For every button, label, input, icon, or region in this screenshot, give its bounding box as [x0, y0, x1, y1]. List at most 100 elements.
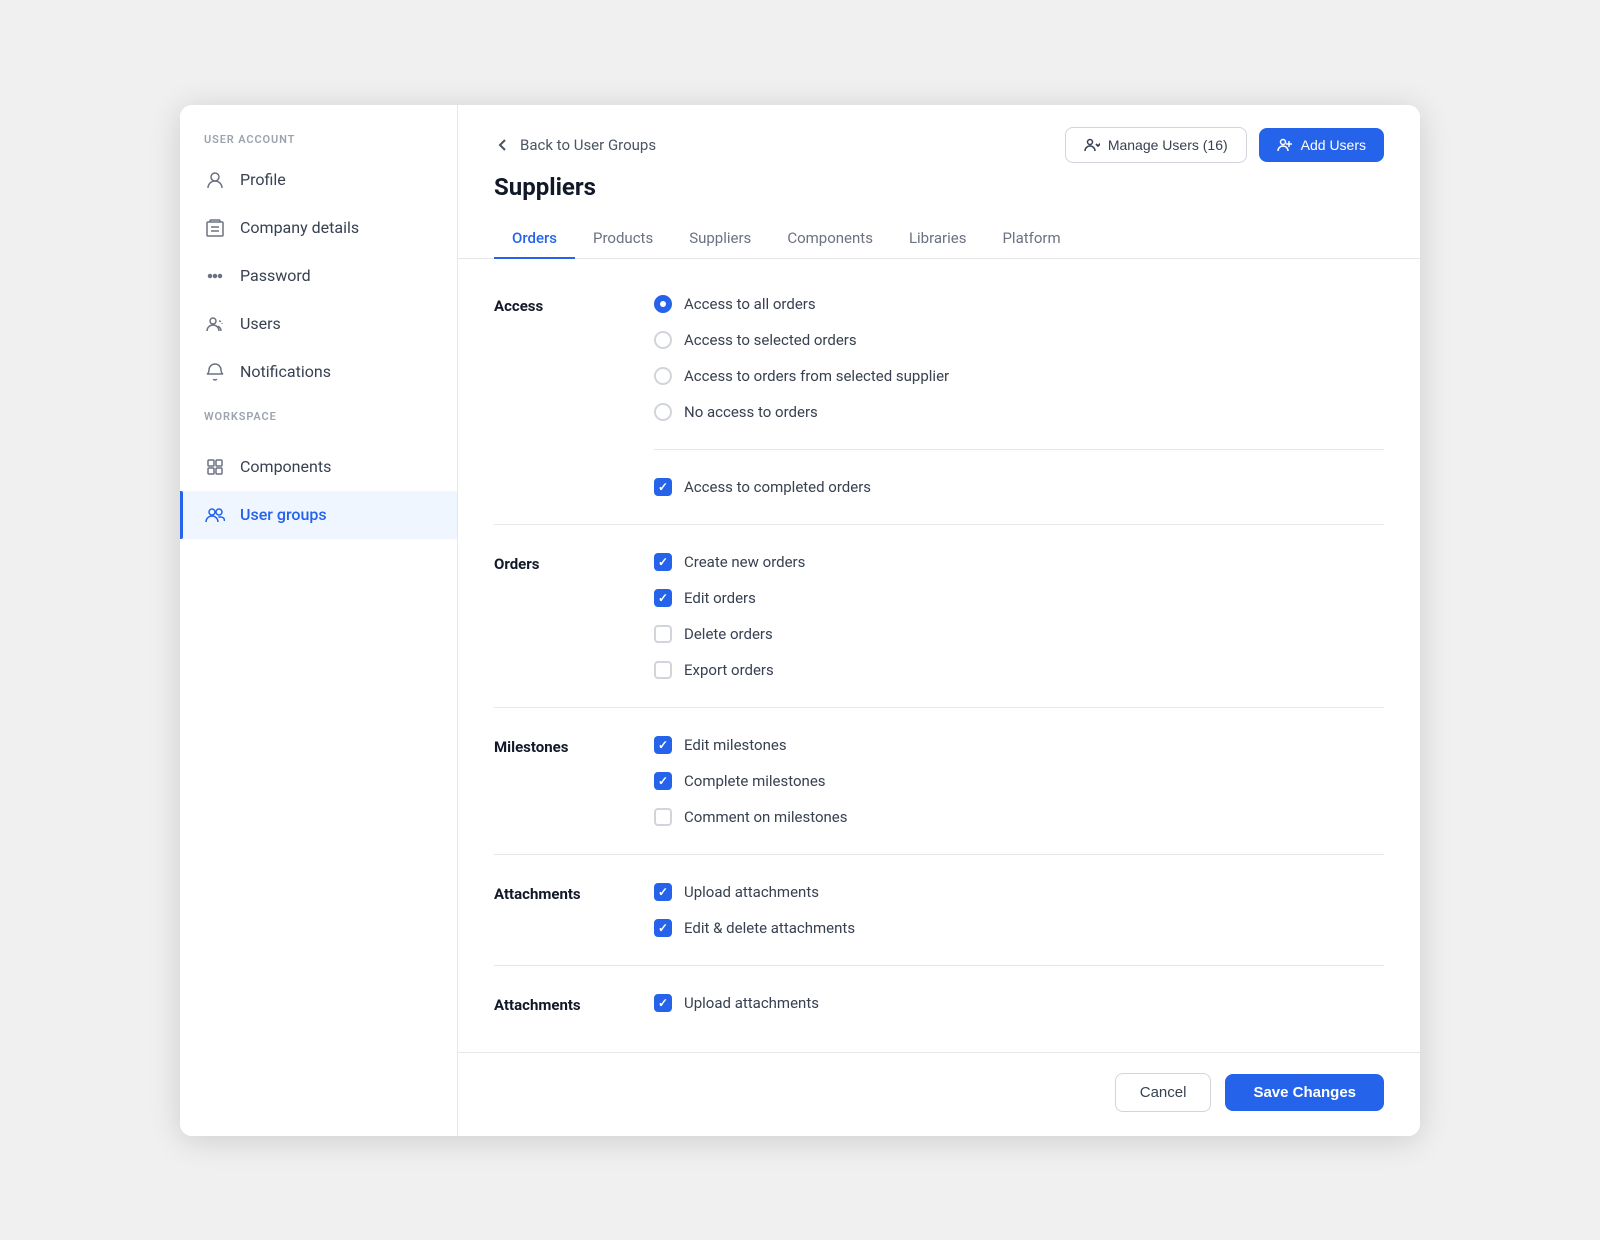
- section-attachments2-label: Attachments: [494, 994, 654, 1014]
- section-access-label: Access: [494, 295, 654, 496]
- section-attachments2: Attachments Upload attachments: [494, 994, 1384, 1024]
- checkbox-delete-orders[interactable]: [654, 625, 672, 643]
- back-link[interactable]: Back to User Groups: [494, 136, 656, 154]
- checkbox-completed-orders[interactable]: [654, 478, 672, 496]
- option-upload-attachments2-label: Upload attachments: [684, 994, 819, 1012]
- sidebar-item-users[interactable]: Users: [180, 300, 457, 348]
- option-orders-from-supplier[interactable]: Access to orders from selected supplier: [654, 367, 1384, 385]
- section-attachments-label: Attachments: [494, 883, 654, 937]
- back-arrow-icon: [494, 136, 512, 154]
- sidebar-item-user-groups-label: User groups: [240, 505, 327, 524]
- option-edit-orders-label: Edit orders: [684, 589, 756, 607]
- tab-libraries[interactable]: Libraries: [891, 219, 985, 259]
- notifications-icon: [204, 361, 226, 383]
- section-milestones-label: Milestones: [494, 736, 654, 826]
- option-completed-orders[interactable]: Access to completed orders: [654, 478, 1384, 496]
- sidebar-item-password-label: Password: [240, 266, 311, 285]
- checkbox-export-orders[interactable]: [654, 661, 672, 679]
- company-icon: [204, 217, 226, 239]
- tab-components[interactable]: Components: [769, 219, 891, 259]
- manage-users-icon: [1084, 137, 1100, 153]
- option-selected-orders[interactable]: Access to selected orders: [654, 331, 1384, 349]
- sidebar-item-company-details-label: Company details: [240, 218, 359, 237]
- sidebar: USER ACCOUNT Profile Company de: [180, 105, 458, 1136]
- section-orders-options: Create new orders Edit orders Delete ord…: [654, 553, 1384, 679]
- option-orders-from-supplier-label: Access to orders from selected supplier: [684, 367, 949, 385]
- page-title: Suppliers: [458, 163, 1420, 201]
- option-delete-orders[interactable]: Delete orders: [654, 625, 1384, 643]
- section-milestones: Milestones Edit milestones Complete mile…: [494, 736, 1384, 855]
- add-users-label: Add Users: [1301, 137, 1366, 153]
- option-upload-attachments2[interactable]: Upload attachments: [654, 994, 1384, 1012]
- sidebar-item-password[interactable]: Password: [180, 252, 457, 300]
- checkbox-upload-attachments2[interactable]: [654, 994, 672, 1012]
- permissions-content: Access Access to all orders Access to se…: [458, 259, 1420, 1052]
- sidebar-item-components-label: Components: [240, 457, 331, 476]
- section-milestones-options: Edit milestones Complete milestones Comm…: [654, 736, 1384, 826]
- tab-products[interactable]: Products: [575, 219, 671, 259]
- back-link-label: Back to User Groups: [520, 136, 656, 154]
- sidebar-item-company-details[interactable]: Company details: [180, 204, 457, 252]
- checkbox-complete-milestones[interactable]: [654, 772, 672, 790]
- option-no-access-label: No access to orders: [684, 403, 818, 421]
- tabs: Orders Products Suppliers Components Lib…: [458, 205, 1420, 259]
- checkbox-edit-delete-attachments[interactable]: [654, 919, 672, 937]
- option-create-orders[interactable]: Create new orders: [654, 553, 1384, 571]
- checkbox-comment-milestones[interactable]: [654, 808, 672, 826]
- option-completed-orders-label: Access to completed orders: [684, 478, 871, 496]
- tab-suppliers[interactable]: Suppliers: [671, 219, 769, 259]
- section-attachments2-options: Upload attachments: [654, 994, 1384, 1014]
- sidebar-item-user-groups[interactable]: User groups: [180, 491, 457, 539]
- sidebar-section-workspace: WORKSPACE: [180, 410, 457, 433]
- option-edit-orders[interactable]: Edit orders: [654, 589, 1384, 607]
- sidebar-section-user-account: USER ACCOUNT: [180, 133, 457, 156]
- users-icon: [204, 313, 226, 335]
- tab-platform[interactable]: Platform: [984, 219, 1078, 259]
- option-edit-milestones-label: Edit milestones: [684, 736, 787, 754]
- footer: Cancel Save Changes: [458, 1052, 1420, 1136]
- option-edit-delete-attachments[interactable]: Edit & delete attachments: [654, 919, 1384, 937]
- option-create-orders-label: Create new orders: [684, 553, 805, 571]
- option-edit-delete-attachments-label: Edit & delete attachments: [684, 919, 855, 937]
- components-icon: [204, 456, 226, 478]
- section-attachments-options: Upload attachments Edit & delete attachm…: [654, 883, 1384, 937]
- option-comment-milestones[interactable]: Comment on milestones: [654, 808, 1384, 826]
- option-export-orders-label: Export orders: [684, 661, 774, 679]
- main-content: Back to User Groups Manage Users (16): [458, 105, 1420, 1136]
- manage-users-button[interactable]: Manage Users (16): [1065, 127, 1247, 163]
- option-all-orders[interactable]: Access to all orders: [654, 295, 1384, 313]
- checkbox-create-orders[interactable]: [654, 553, 672, 571]
- option-upload-attachments[interactable]: Upload attachments: [654, 883, 1384, 901]
- option-no-access[interactable]: No access to orders: [654, 403, 1384, 421]
- checkbox-upload-attachments[interactable]: [654, 883, 672, 901]
- user-groups-icon: [204, 504, 226, 526]
- option-complete-milestones[interactable]: Complete milestones: [654, 772, 1384, 790]
- section-attachments: Attachments Upload attachments Edit & de…: [494, 883, 1384, 966]
- section-access-options: Access to all orders Access to selected …: [654, 295, 1384, 496]
- radio-no-access[interactable]: [654, 403, 672, 421]
- sidebar-item-components[interactable]: Components: [180, 443, 457, 491]
- cancel-button[interactable]: Cancel: [1115, 1073, 1212, 1112]
- checkbox-edit-orders[interactable]: [654, 589, 672, 607]
- section-orders-label: Orders: [494, 553, 654, 679]
- topbar: Back to User Groups Manage Users (16): [458, 105, 1420, 163]
- option-selected-orders-label: Access to selected orders: [684, 331, 857, 349]
- tab-orders[interactable]: Orders: [494, 219, 575, 259]
- save-changes-button[interactable]: Save Changes: [1225, 1074, 1384, 1111]
- access-divider: [654, 449, 1384, 450]
- workspace-divider: WORKSPACE: [180, 410, 457, 433]
- option-edit-milestones[interactable]: Edit milestones: [654, 736, 1384, 754]
- profile-icon: [204, 169, 226, 191]
- sidebar-item-notifications-label: Notifications: [240, 362, 331, 381]
- sidebar-item-users-label: Users: [240, 314, 281, 333]
- radio-all-orders[interactable]: [654, 295, 672, 313]
- sidebar-item-notifications[interactable]: Notifications: [180, 348, 457, 396]
- add-users-button[interactable]: Add Users: [1259, 128, 1384, 162]
- sidebar-item-profile[interactable]: Profile: [180, 156, 457, 204]
- option-upload-attachments-label: Upload attachments: [684, 883, 819, 901]
- radio-selected-orders[interactable]: [654, 331, 672, 349]
- topbar-actions: Manage Users (16) Add Users: [1065, 127, 1384, 163]
- option-export-orders[interactable]: Export orders: [654, 661, 1384, 679]
- checkbox-edit-milestones[interactable]: [654, 736, 672, 754]
- radio-orders-from-supplier[interactable]: [654, 367, 672, 385]
